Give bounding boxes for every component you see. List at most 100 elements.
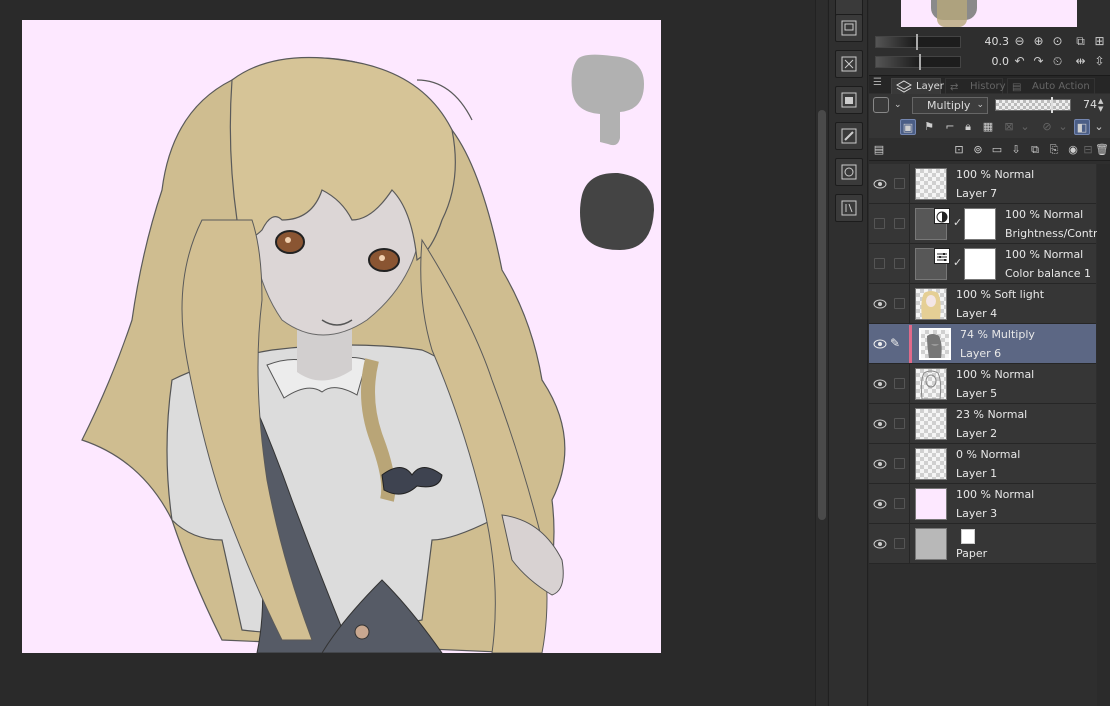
layer-row-brightness-contrast-1[interactable]: ✓ 100 % Normal Brightness/Contrast 1 xyxy=(869,204,1110,244)
rotate-left-icon[interactable]: ↶ xyxy=(1012,54,1027,69)
layer-lock-box[interactable] xyxy=(894,538,905,549)
canvas-vertical-scrollbar[interactable] xyxy=(815,0,827,706)
layer-name: Layer 5 xyxy=(956,387,998,400)
mask-thumbnail xyxy=(964,208,996,240)
eye-icon[interactable] xyxy=(873,178,887,190)
reset-rotate-icon[interactable]: ⏲ xyxy=(1050,54,1065,69)
layer-lock-box[interactable] xyxy=(894,458,905,469)
layer-lock-box[interactable] xyxy=(894,178,905,189)
layer-row-layer-6[interactable]: ✎ 74 % Multiply Layer 6 xyxy=(869,324,1096,364)
navigator-icon[interactable] xyxy=(835,14,863,42)
clip-icon[interactable]: ⌐ xyxy=(942,119,958,135)
tab-label: Layer xyxy=(916,81,944,92)
layer-list[interactable]: 100 % Normal Layer 7 ✓ 100 % Normal Brig… xyxy=(869,164,1110,564)
eye-icon[interactable] xyxy=(873,458,887,470)
layer-color-dropdown-icon[interactable]: ⌄ xyxy=(1091,119,1107,135)
fit-icon[interactable]: ⊙ xyxy=(1050,34,1065,49)
layer-mode: 100 % Normal xyxy=(956,168,1035,181)
layer-color-swatch[interactable] xyxy=(873,97,889,113)
fit-window-icon[interactable]: ⧉ xyxy=(1073,34,1088,49)
create-mask-icon[interactable]: ◉ xyxy=(1065,142,1081,158)
eye-icon[interactable] xyxy=(873,498,887,510)
layer-thumbnail xyxy=(915,368,947,400)
merge-icon[interactable]: ⧉ xyxy=(1027,142,1043,158)
mask-dropdown-icon[interactable]: ⌄ xyxy=(1017,119,1033,135)
layer-lock-box[interactable] xyxy=(894,418,905,429)
tab-layer[interactable]: Layer xyxy=(891,78,944,94)
opacity-spinner-icon[interactable]: ▲ ▼ xyxy=(1098,97,1108,113)
opacity-slider[interactable] xyxy=(995,97,1071,113)
transfer-down-icon[interactable]: ⇩ xyxy=(1008,142,1024,158)
visibility-box[interactable] xyxy=(874,218,885,229)
layer-action-row: ▤ ⊡ ⊚ ▭ ⇩ ⧉ ⎘ ◉ ⊟ 🗑︎ xyxy=(869,139,1110,161)
duplicate-icon[interactable]: ⎘ xyxy=(1046,142,1062,158)
eye-icon[interactable] xyxy=(873,538,887,550)
layer-row-layer-1[interactable]: 0 % Normal Layer 1 xyxy=(869,444,1096,484)
blend-mode-select[interactable]: Multiply ⌄ xyxy=(912,97,988,114)
flip-horizontal-icon[interactable]: ⇹ xyxy=(1073,54,1088,69)
rotate-value: 0.0 xyxy=(991,55,1010,68)
new-raster-layer-icon[interactable]: ⊡ xyxy=(951,142,967,158)
layer-lock-box[interactable] xyxy=(894,258,905,269)
layer-row-layer-5[interactable]: 100 % Normal Layer 5 xyxy=(869,364,1096,404)
lock-transparent-icon[interactable]: ▦ xyxy=(980,119,996,135)
layer-row-layer-7[interactable]: 100 % Normal Layer 7 xyxy=(869,164,1096,204)
delete-layer-icon[interactable]: 🗑︎ xyxy=(1094,142,1110,158)
eye-icon[interactable] xyxy=(873,378,887,390)
zoom-out-icon[interactable]: ⊖ xyxy=(1012,34,1027,49)
tab-history[interactable]: ⇄ History xyxy=(945,78,1006,94)
actual-size-icon[interactable]: ⊞ xyxy=(1092,34,1107,49)
layer-row-layer-3[interactable]: 100 % Normal Layer 3 xyxy=(869,484,1096,524)
new-folder-icon[interactable]: ▭ xyxy=(989,142,1005,158)
swatch-dropdown-icon[interactable]: ⌄ xyxy=(894,97,906,113)
color-balance-icon xyxy=(934,248,950,264)
canvas-area[interactable] xyxy=(0,0,815,706)
layer-mode: 100 % Normal xyxy=(1005,248,1084,261)
reference-layer-icon[interactable]: ▣ xyxy=(900,119,916,135)
lock-icon[interactable]: 🔒︎ xyxy=(960,119,976,135)
eye-icon[interactable] xyxy=(873,298,887,310)
ruler-dropdown-icon[interactable]: ⌄ xyxy=(1055,119,1071,135)
zoom-slider[interactable] xyxy=(875,34,961,50)
draft-layer-icon[interactable]: ⚑ xyxy=(921,119,937,135)
zoom-in-icon[interactable]: ⊕ xyxy=(1031,34,1046,49)
rotate-right-icon[interactable]: ↷ xyxy=(1031,54,1046,69)
visibility-box[interactable] xyxy=(874,258,885,269)
panel-menu-icon[interactable]: ☰ xyxy=(873,77,885,91)
layer-list-toggle-icon[interactable]: ▤ xyxy=(871,142,887,158)
layer-row-layer-2[interactable]: 23 % Normal Layer 2 xyxy=(869,404,1096,444)
search-layer-icon[interactable] xyxy=(835,194,863,222)
scrollbar-thumb[interactable] xyxy=(818,110,826,520)
material-icon[interactable] xyxy=(835,158,863,186)
ruler-icon[interactable]: ⊘ xyxy=(1039,119,1055,135)
rotate-slider[interactable] xyxy=(875,54,961,70)
layer-lock-box[interactable] xyxy=(894,298,905,309)
eye-icon[interactable] xyxy=(873,338,887,350)
navigator-preview[interactable] xyxy=(901,0,1077,27)
layer-lock-box[interactable] xyxy=(894,218,905,229)
mask-enable-icon[interactable]: ⊠ xyxy=(1001,119,1017,135)
sub-view-icon[interactable] xyxy=(835,50,863,78)
layer-lock-box[interactable] xyxy=(894,378,905,389)
blend-mode-value: Multiply xyxy=(927,99,971,112)
tool-property-icon[interactable] xyxy=(835,122,863,150)
layer-lock-box[interactable] xyxy=(894,498,905,509)
tab-auto-action[interactable]: ▤ Auto Action xyxy=(1007,78,1095,94)
opacity-knob[interactable] xyxy=(1051,97,1053,113)
layer-row-paper[interactable]: Paper xyxy=(869,524,1096,564)
layer-list-empty-area[interactable] xyxy=(869,564,1096,706)
panel-tabs: ☰ Layer ⇄ History ▤ Auto Action xyxy=(869,75,1110,94)
paper-icon xyxy=(961,529,975,544)
layer-row-layer-4[interactable]: 100 % Soft light Layer 4 xyxy=(869,284,1096,324)
layer-row-color-balance-1[interactable]: ✓ 100 % Normal Color balance 1 xyxy=(869,244,1096,284)
new-vector-layer-icon[interactable]: ⊚ xyxy=(970,142,986,158)
eye-icon[interactable] xyxy=(873,418,887,430)
layer-panel-scrollbar[interactable] xyxy=(1097,164,1110,706)
layer-property-icon[interactable] xyxy=(835,86,863,114)
layer-color-icon[interactable]: ◧ xyxy=(1074,119,1090,135)
layer-name: Layer 7 xyxy=(956,187,998,200)
flip-vertical-icon[interactable]: ⇳ xyxy=(1092,54,1107,69)
canvas-artwork[interactable] xyxy=(22,20,661,653)
zoom-row: 40.3 ⊖ ⊕ ⊙ ⧉ ⊞ xyxy=(873,32,1109,52)
rotate-row: 0.0 ↶ ↷ ⏲ ⇹ ⇳ xyxy=(873,52,1109,72)
